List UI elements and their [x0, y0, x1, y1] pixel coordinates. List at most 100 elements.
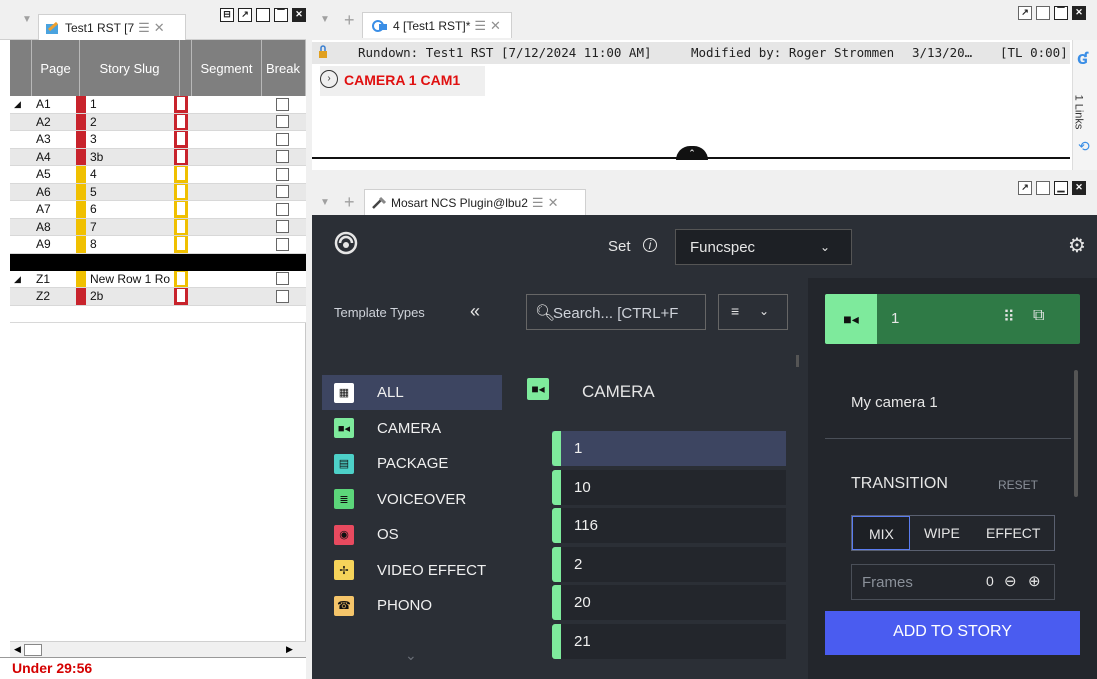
- template-item[interactable]: 20: [552, 585, 786, 620]
- group-arrow-icon[interactable]: [10, 184, 32, 201]
- table-row[interactable]: ◢ A1 1: [10, 96, 306, 114]
- slug-cell[interactable]: 1: [86, 96, 174, 113]
- detail-scrollbar[interactable]: [1074, 370, 1078, 497]
- break-checkbox[interactable]: [275, 202, 289, 216]
- break-checkbox[interactable]: [275, 185, 289, 199]
- close-icon[interactable]: ✕: [1072, 181, 1086, 195]
- table-row[interactable]: A2 2: [10, 113, 306, 131]
- chevron-down-icon[interactable]: ⌄: [405, 647, 417, 664]
- plus-icon[interactable]: ⊕: [1028, 572, 1041, 590]
- segment-cell[interactable]: [188, 114, 258, 131]
- slug-cell[interactable]: 2: [86, 114, 174, 131]
- reset-button[interactable]: RESET: [998, 478, 1038, 492]
- add-tab-icon[interactable]: +: [344, 10, 355, 31]
- popout-icon[interactable]: ↗: [1018, 181, 1032, 195]
- break-checkbox[interactable]: [275, 289, 289, 303]
- minimize-icon[interactable]: ▔: [274, 8, 288, 22]
- slug-cell[interactable]: 3: [86, 131, 174, 148]
- break-checkbox[interactable]: [275, 97, 289, 111]
- column-segment[interactable]: Segment: [192, 40, 262, 96]
- rundown-item[interactable]: › CAMERA 1 CAM1: [320, 66, 485, 96]
- tab-menu-icon[interactable]: ☰: [532, 195, 544, 211]
- sort-dropdown[interactable]: ≡ ⌄: [718, 294, 788, 330]
- segment-cell[interactable]: [188, 166, 258, 183]
- group-arrow-icon[interactable]: [10, 236, 32, 253]
- template-type-camera[interactable]: ■◂ CAMERA: [322, 411, 502, 446]
- segment-cell[interactable]: [188, 201, 258, 218]
- table-row[interactable]: Z2 2b: [10, 288, 306, 306]
- break-checkbox[interactable]: [275, 150, 289, 164]
- minimize-icon[interactable]: ▁: [1054, 181, 1068, 195]
- column-story-slug[interactable]: Story Slug: [80, 40, 180, 96]
- break-checkbox[interactable]: [275, 132, 289, 146]
- slug-cell[interactable]: 4: [86, 166, 174, 183]
- tab-close-icon[interactable]: ✕: [548, 195, 559, 211]
- close-icon[interactable]: ✕: [292, 8, 306, 22]
- minus-icon[interactable]: ⊖: [1004, 572, 1017, 590]
- tab-close-icon[interactable]: ✕: [490, 18, 501, 34]
- expand-icon[interactable]: ›: [320, 70, 338, 88]
- segment-cell[interactable]: [188, 149, 258, 166]
- break-checkbox[interactable]: [275, 115, 289, 129]
- g-logo-icon[interactable]: ʛ: [1077, 48, 1088, 69]
- horizontal-scrollbar[interactable]: ◀ ▶: [10, 641, 306, 657]
- segment-cell[interactable]: [188, 219, 258, 236]
- maximize-icon[interactable]: [256, 8, 270, 22]
- group-arrow-icon[interactable]: [10, 219, 32, 236]
- break-checkbox[interactable]: [275, 237, 289, 251]
- tab-rundown[interactable]: 4 [Test1 RST]* ☰ ✕: [362, 12, 512, 38]
- table-row[interactable]: A4 3b: [10, 148, 306, 166]
- template-item[interactable]: 10: [552, 469, 786, 505]
- tab-dropdown-icon[interactable]: ▼: [320, 197, 330, 208]
- slug-cell[interactable]: 8: [86, 236, 174, 253]
- slug-cell[interactable]: 5: [86, 184, 174, 201]
- popout-icon[interactable]: ↗: [1018, 6, 1032, 20]
- search-input[interactable]: 🔍︎ Search... [CTRL+F: [526, 294, 706, 330]
- link-icon[interactable]: ⟲: [1078, 138, 1090, 155]
- table-row[interactable]: A9 8: [10, 236, 306, 254]
- scroll-indicator[interactable]: [796, 355, 799, 367]
- table-row[interactable]: A7 6: [10, 201, 306, 219]
- tile-icon[interactable]: ⊟: [220, 8, 234, 22]
- template-item[interactable]: 21: [552, 623, 786, 659]
- tab-dropdown-icon[interactable]: ▼: [22, 14, 32, 25]
- group-arrow-icon[interactable]: [10, 166, 32, 183]
- template-type-voiceover[interactable]: ≣ VOICEOVER: [322, 482, 502, 517]
- template-type-phono[interactable]: ☎ PHONO: [322, 588, 502, 623]
- gear-icon[interactable]: ⚙: [1068, 233, 1086, 258]
- table-row[interactable]: A3 3: [10, 131, 306, 149]
- empty-row[interactable]: [10, 305, 306, 323]
- segment-cell[interactable]: [188, 288, 258, 305]
- scroll-thumb[interactable]: [24, 644, 42, 656]
- popout-icon[interactable]: ↗: [238, 8, 252, 22]
- column-break[interactable]: Break: [262, 40, 306, 96]
- slug-cell[interactable]: 2b: [86, 288, 174, 305]
- break-checkbox[interactable]: [275, 167, 289, 181]
- slug-cell[interactable]: 7: [86, 219, 174, 236]
- scroll-left-icon[interactable]: ◀: [14, 644, 21, 655]
- frames-field[interactable]: Frames 0 ⊖ ⊕: [851, 564, 1055, 600]
- segment-cell[interactable]: [188, 271, 258, 288]
- collapse-left-icon[interactable]: «: [470, 301, 480, 322]
- segment-cell[interactable]: [188, 236, 258, 253]
- group-arrow-icon[interactable]: ◢: [10, 271, 32, 288]
- segment-cell[interactable]: [188, 131, 258, 148]
- table-row[interactable]: ◢ Z1 New Row 1 Ro: [10, 270, 306, 288]
- column-page[interactable]: Page: [32, 40, 80, 96]
- minimize-icon[interactable]: ▔: [1054, 6, 1068, 20]
- group-arrow-icon[interactable]: [10, 288, 32, 305]
- scroll-right-icon[interactable]: ▶: [286, 644, 293, 655]
- table-row[interactable]: A6 5: [10, 183, 306, 201]
- set-dropdown[interactable]: Funcspec ⌄: [675, 229, 852, 265]
- close-icon[interactable]: ✕: [1072, 6, 1086, 20]
- break-checkbox[interactable]: [275, 220, 289, 234]
- table-row[interactable]: A5 4: [10, 166, 306, 184]
- template-item[interactable]: 2: [552, 546, 786, 582]
- template-type-all[interactable]: ▦ ALL: [322, 375, 502, 410]
- slug-cell[interactable]: 3b: [86, 149, 174, 166]
- tab-dropdown-icon[interactable]: ▼: [320, 14, 330, 25]
- tab-menu-icon[interactable]: ☰: [138, 20, 150, 36]
- template-type-package[interactable]: ▤ PACKAGE: [322, 446, 502, 481]
- mix-button[interactable]: MIX: [852, 516, 910, 550]
- group-arrow-icon[interactable]: [10, 114, 32, 131]
